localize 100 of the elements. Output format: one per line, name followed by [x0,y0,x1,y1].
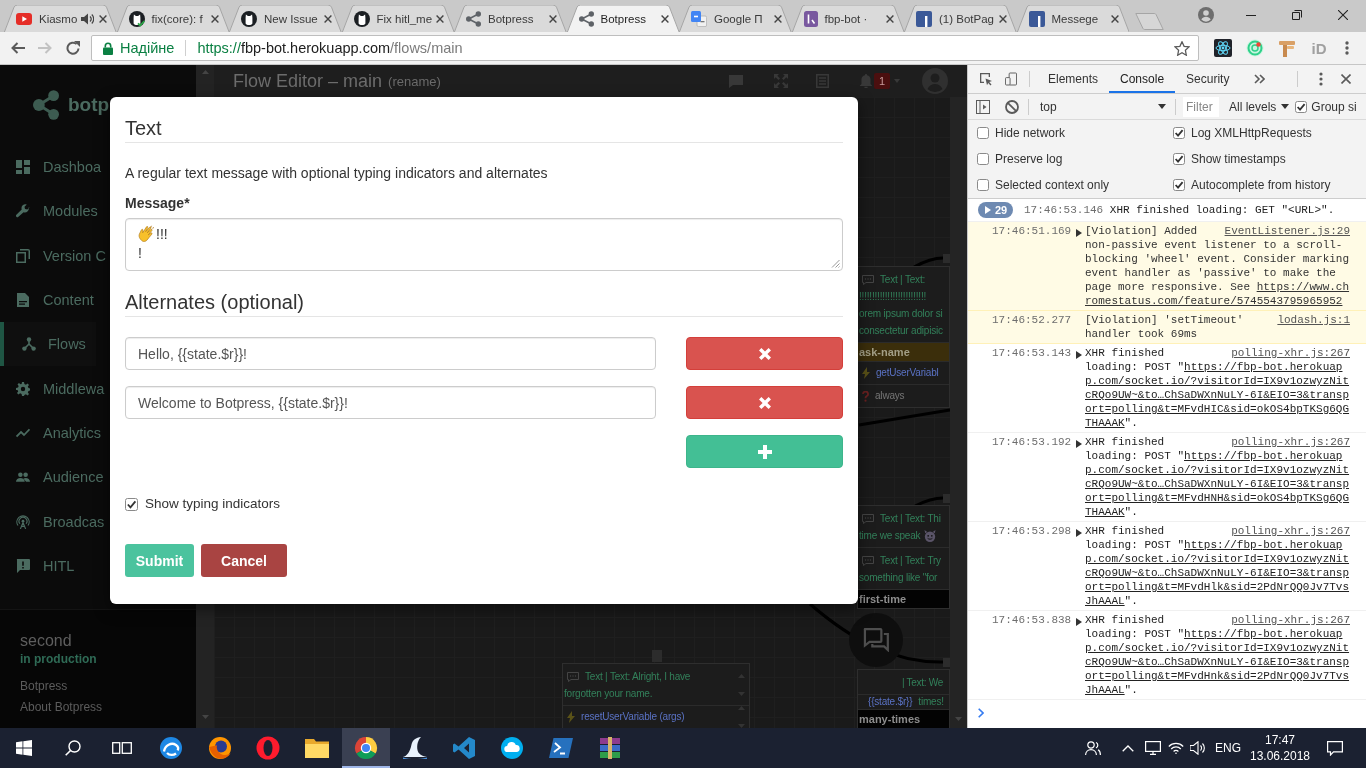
more-options-icon[interactable] [1345,41,1349,55]
timestamp: 17:46:53.143 [992,346,1073,361]
source-link[interactable]: EventListener.js:29 [1224,224,1350,238]
checkbox[interactable] [1173,153,1185,165]
browser-tab[interactable]: Google П [679,5,792,32]
cancel-button[interactable]: Cancel [201,544,287,577]
more-options-icon[interactable] [1319,72,1323,86]
security-label[interactable]: Надійне [120,40,175,56]
target-icon[interactable] [1246,39,1264,57]
chevron-up-icon[interactable] [1122,744,1134,752]
expand-triangle-icon[interactable] [1076,351,1082,359]
fin-icon [402,737,427,759]
close-icon[interactable] [323,14,332,23]
browser-tab[interactable]: Botpress [454,5,567,32]
alternate-input[interactable]: Hello, {{state.$r}}! [125,337,656,370]
taskbar-button[interactable] [341,728,391,768]
port-handle[interactable] [943,494,950,503]
star-icon[interactable] [1174,40,1190,56]
cat-head-icon [241,10,257,27]
close-icon[interactable] [773,14,782,23]
devtools-tab[interactable]: Security [1175,65,1241,93]
language-indicator[interactable]: ENG [1215,741,1241,755]
flow-node[interactable]: | Text: We {{state.$r}} times! many-times [857,669,950,728]
profile-icon[interactable] [1198,7,1214,23]
inspect-icon[interactable] [979,72,993,86]
browser-tab[interactable]: Messege [1016,5,1129,32]
scrollbar[interactable] [950,97,967,728]
checkbox[interactable] [977,179,989,191]
browser-tab[interactable]: Fix hitl_me [341,5,454,32]
browser-tab[interactable]: Kiasmo [4,5,117,32]
close-icon[interactable] [998,14,1007,23]
close-icon[interactable] [1111,14,1119,23]
port-handle[interactable] [943,658,950,667]
gear-icon [16,381,30,396]
browser-tab[interactable]: fbp-bot · [791,5,904,32]
expand-triangle-icon[interactable] [1076,529,1082,537]
close-icon[interactable] [98,14,107,23]
url-text[interactable]: https://fbp-bot.herokuapp.com/flows/main [197,40,463,56]
checkbox[interactable] [977,127,989,139]
device-icon[interactable] [1005,72,1017,86]
source-link[interactable]: polling-xhr.js:267 [1231,524,1350,538]
source-link[interactable]: polling-xhr.js:267 [1231,613,1350,627]
lightning-icon [862,367,870,379]
clock-date[interactable]: 13.06.2018 [1249,748,1311,764]
document-icon [16,293,30,308]
levels-dropdown[interactable]: All levels [1229,99,1290,114]
comment-icon [862,513,874,524]
share-icon [578,10,594,27]
network-icon[interactable] [1145,741,1161,755]
speaker-icon[interactable] [80,12,94,25]
sidebar-toggle-icon[interactable] [976,99,990,114]
clock-time[interactable]: 17:47 [1265,732,1295,748]
checkbox[interactable] [1173,127,1185,139]
address-bar[interactable]: Надійне https://fbp-bot.herokuapp.com/flows/main [91,35,1199,61]
node-text: time we speak [859,529,921,543]
close-icon[interactable] [886,14,894,23]
question-mark-icon [862,390,869,402]
clear-console-icon[interactable] [1005,99,1019,114]
expand-triangle-icon[interactable] [1076,440,1082,448]
typing-checkbox[interactable] [125,497,138,511]
signpost-icon[interactable] [1278,39,1296,57]
browser-tab[interactable]: New Issue [229,5,342,32]
flow-node[interactable]: Text | Text: !!!!!!!!!!!!!!!!!!!!!!!!!! orem ipsum dolor si consectetur adipisic ask-name getUserVariabl always [857,266,950,408]
source-link[interactable]: polling-xhr.js:267 [1231,435,1350,449]
close-icon[interactable] [661,14,669,23]
checkbox[interactable] [1295,100,1308,113]
context-select[interactable]: top [1036,95,1170,118]
prompt-icon[interactable] [978,708,984,718]
alternate-input[interactable]: Welcome to Botpress, {{state.$r}}! [125,386,656,419]
browser-tab[interactable]: (1) BotPag [904,5,1017,32]
port-handle[interactable] [943,254,950,263]
atom-icon[interactable] [1214,39,1232,57]
flow-node[interactable]: Text | Text: Thi time we speak Text | Text: Try something like "for first-time [857,505,950,609]
close-icon[interactable] [211,14,219,23]
source-link[interactable]: polling-xhr.js:267 [1231,346,1350,360]
repeat-count-badge[interactable]: 29 [978,202,1013,218]
timestamp: 17:46:51.169 [992,224,1073,239]
close-icon[interactable] [436,14,444,23]
browser-tab[interactable]: fix(core): f [116,5,229,32]
notification-icon[interactable] [1327,740,1343,756]
checkbox[interactable] [977,153,989,165]
expand-triangle-icon[interactable] [1076,618,1082,626]
console-message: [Violation] Added EventListener.js:29 non-passive event listener to a scroll-blocking 'wheel' event. Consider marking event handler as 'passive' to make the page more responsive. See https://www.chromestatus.com/feature/5745543795965952 [1085,224,1350,308]
setting-label: Show timestamps [1191,152,1286,166]
filter-field[interactable]: Filter [1183,96,1219,117]
browser-tab[interactable]: Botpress [566,5,679,32]
connector-line [914,496,944,508]
volume-icon[interactable] [1190,741,1206,755]
wifi-icon[interactable] [1168,742,1184,754]
message-field[interactable]: !!! ! [125,218,843,271]
close-icon[interactable] [1341,74,1351,84]
node-text: Text | Text: Thi [880,512,941,526]
source-link[interactable]: lodash.js:1 [1277,313,1350,327]
people-icon[interactable] [1085,741,1101,755]
close-icon[interactable] [548,14,557,23]
expand-triangle-icon[interactable] [1076,229,1082,237]
double-chevron-icon[interactable] [1254,74,1266,84]
resize-grip-icon[interactable] [831,259,840,268]
devtools-tab[interactable]: Elements [1037,65,1110,93]
checkbox[interactable] [1173,179,1185,191]
